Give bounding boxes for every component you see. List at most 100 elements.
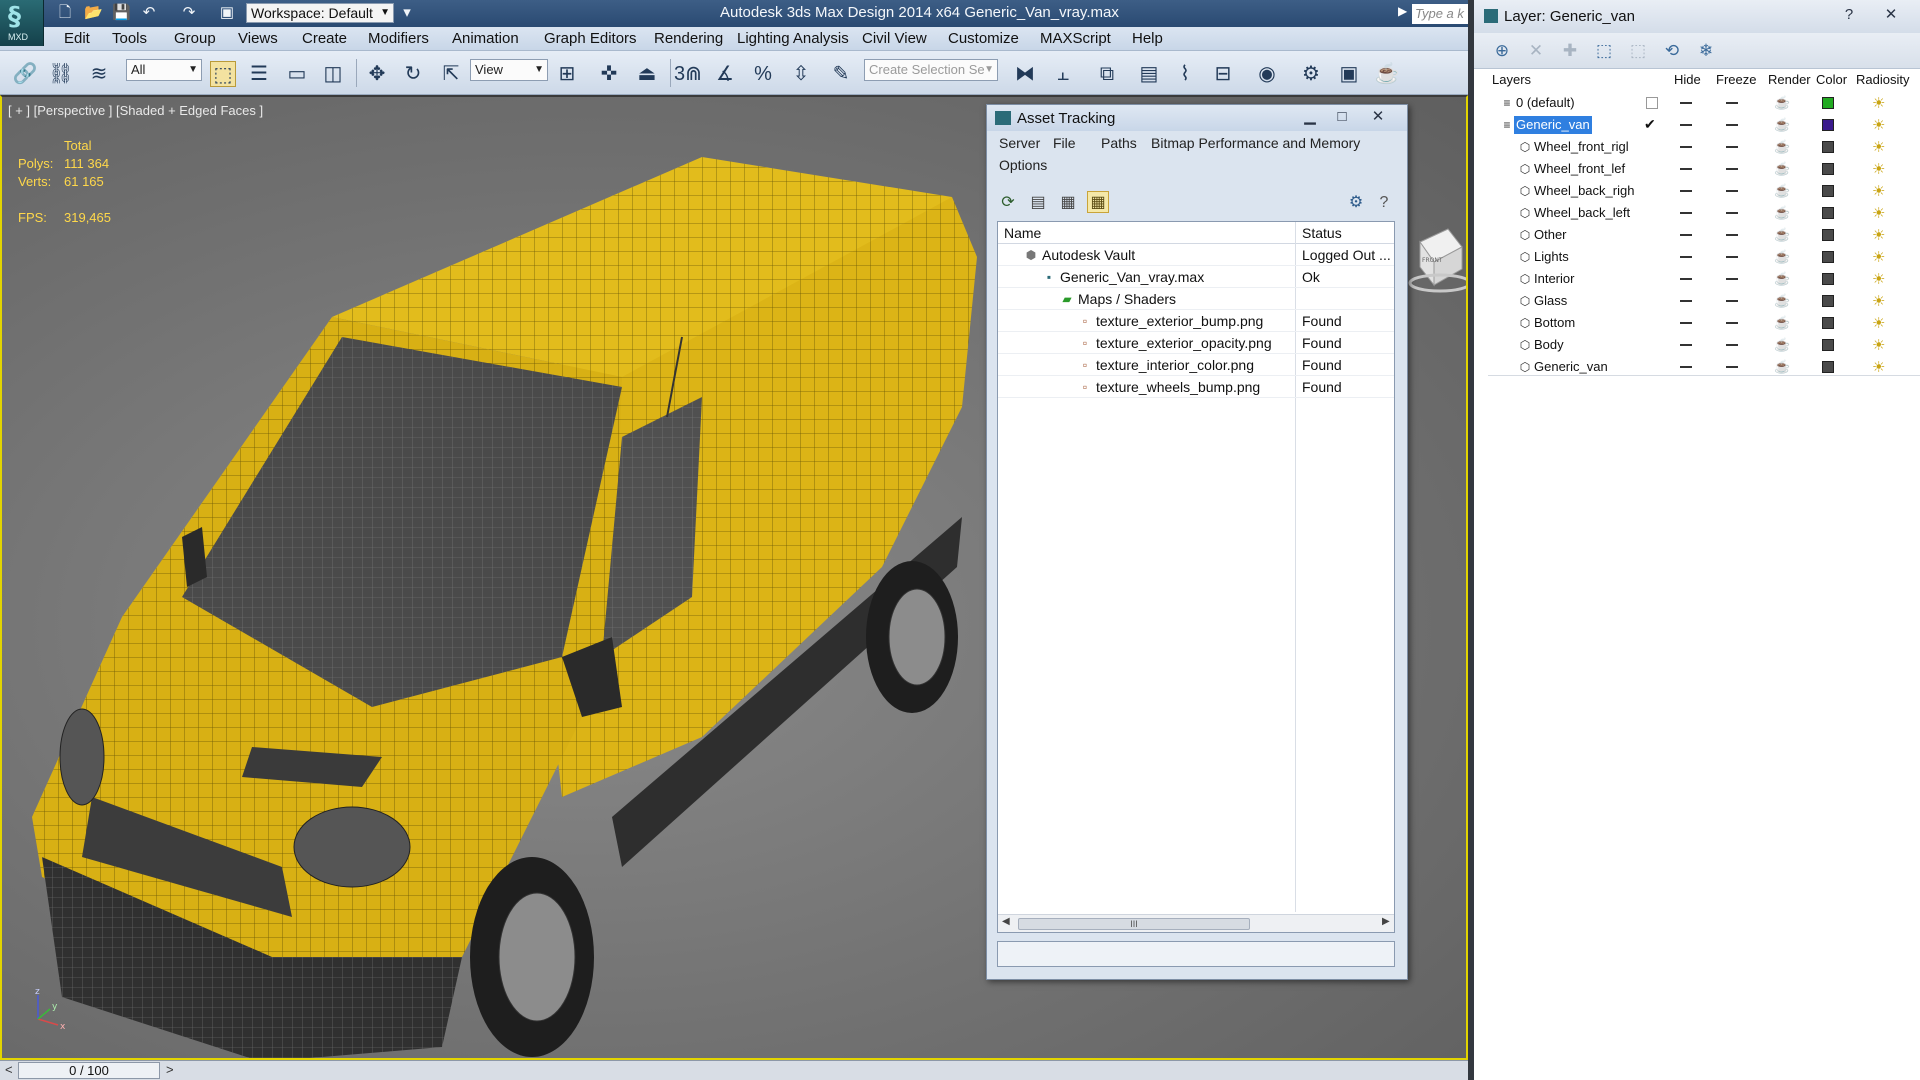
column-header-name[interactable]: Name [998,222,1295,244]
reference-coordinate-dropdown[interactable]: View ▼ [470,59,548,81]
freeze-all-icon[interactable]: ❄ [1694,39,1718,63]
render-teapot-icon[interactable]: ☕ [1774,227,1790,243]
column-header-freeze[interactable]: Freeze [1716,72,1756,87]
asset-row-max-file[interactable]: ▪ Generic_Van_vray.max Ok [998,266,1394,288]
freeze-toggle[interactable] [1726,102,1738,104]
list-view-icon[interactable]: ▤ [1027,191,1049,213]
menu-customize[interactable]: Customize [948,30,1019,47]
freeze-toggle[interactable] [1726,212,1738,214]
selection-filter-dropdown[interactable]: All ▼ [126,59,202,81]
hide-toggle[interactable] [1680,124,1692,126]
help-icon[interactable]: ? [1373,191,1395,213]
render-teapot-icon[interactable]: ☕ [1374,61,1400,87]
column-header-color[interactable]: Color [1816,72,1847,87]
menu-civil-view[interactable]: Civil View [862,30,927,47]
current-layer-checkbox[interactable] [1646,97,1658,109]
menu-options[interactable]: Options [999,157,1047,173]
menu-bitmap-performance[interactable]: Bitmap Performance and Memory [1151,135,1360,151]
named-selection-set-dropdown[interactable]: Create Selection Se ▼ [864,59,998,81]
radiosity-icon[interactable]: ☀ [1872,204,1885,222]
prev-frame-button[interactable]: < [5,1062,13,1077]
column-header-status[interactable]: Status [1296,222,1394,244]
asset-row-texture[interactable]: ▫ texture_exterior_bump.png Found [998,310,1394,332]
schematic-view-icon[interactable]: ⊟ [1210,61,1236,87]
open-file-icon[interactable]: 📂 [84,4,103,22]
freeze-toggle[interactable] [1726,124,1738,126]
radiosity-icon[interactable]: ☀ [1872,138,1885,156]
layer-row[interactable]: ≡ Generic_van ✔ ☕ ☀ [1488,114,1920,136]
render-teapot-icon[interactable]: ☕ [1774,337,1790,353]
layer-color-swatch[interactable] [1822,361,1834,373]
render-teapot-icon[interactable]: ☕ [1774,359,1790,375]
hide-toggle[interactable] [1680,256,1692,258]
redo-icon[interactable]: ↷ [180,4,198,22]
graphite-ribbon-icon[interactable]: ▤ [1136,61,1162,87]
layer-row[interactable]: ⬡ Wheel_back_righ ☕ ☀ [1488,180,1920,202]
radiosity-icon[interactable]: ☀ [1872,248,1885,266]
layer-color-swatch[interactable] [1822,163,1834,175]
time-slider[interactable]: 0 / 100 [18,1062,160,1079]
asset-row-texture[interactable]: ▫ texture_exterior_opacity.png Found [998,332,1394,354]
move-icon[interactable]: ✥ [364,61,390,87]
layer-row[interactable]: ⬡ Lights ☕ ☀ [1488,246,1920,268]
select-by-name-icon[interactable]: ☰ [246,61,272,87]
scroll-right-icon[interactable]: ▶ [1382,916,1390,927]
menu-maxscript[interactable]: MAXScript [1040,30,1111,47]
menu-paths[interactable]: Paths [1101,135,1137,151]
hide-toggle[interactable] [1680,366,1692,368]
layer-color-swatch[interactable] [1822,273,1834,285]
hide-toggle[interactable] [1680,168,1692,170]
freeze-toggle[interactable] [1726,234,1738,236]
horizontal-scrollbar[interactable]: ◀ III ▶ [998,914,1394,932]
bind-spacewarp-icon[interactable]: ≋ [86,61,112,87]
menu-graph-editors[interactable]: Graph Editors [544,30,637,47]
window-crossing-icon[interactable]: ◫ [320,61,346,87]
create-layer-icon[interactable]: ⊕ [1490,39,1514,63]
current-layer-checkmark-icon[interactable]: ✔ [1644,116,1656,133]
table-view-icon[interactable]: ▦ [1087,191,1109,213]
radiosity-icon[interactable]: ☀ [1872,292,1885,310]
quick-access-menu-icon[interactable]: ▾ [398,4,416,22]
freeze-toggle[interactable] [1726,168,1738,170]
viewcube[interactable]: FRONT [1408,228,1468,293]
hide-all-icon[interactable]: ⟲ [1660,39,1684,63]
keyboard-shortcut-override-icon[interactable]: ⏏ [634,61,660,87]
angle-snap-icon[interactable]: ∡ [712,61,738,87]
render-teapot-icon[interactable]: ☕ [1774,161,1790,177]
next-frame-button[interactable]: > [166,1062,174,1077]
hide-toggle[interactable] [1680,300,1692,302]
render-teapot-icon[interactable]: ☕ [1774,117,1790,133]
vault-connect-icon[interactable]: ⚙ [1345,191,1367,213]
layer-color-swatch[interactable] [1822,295,1834,307]
new-file-icon[interactable]: 🗋 [56,4,74,22]
delete-layer-icon[interactable]: ✕ [1524,39,1548,63]
percent-snap-icon[interactable]: % [750,61,776,87]
layer-row[interactable]: ⬡ Body ☕ ☀ [1488,334,1920,356]
radiosity-icon[interactable]: ☀ [1872,116,1885,134]
scrollbar-thumb[interactable]: III [1018,918,1250,930]
menu-tools[interactable]: Tools [112,30,147,47]
freeze-toggle[interactable] [1726,256,1738,258]
radiosity-icon[interactable]: ☀ [1872,94,1885,112]
highlight-layer-icon[interactable]: ⬚ [1626,39,1650,63]
asset-row-maps-folder[interactable]: ▰ Maps / Shaders [998,288,1394,310]
freeze-toggle[interactable] [1726,344,1738,346]
radiosity-icon[interactable]: ☀ [1872,160,1885,178]
menu-server[interactable]: Server [999,135,1040,151]
layer-color-swatch[interactable] [1822,229,1834,241]
layer-color-swatch[interactable] [1822,119,1834,131]
material-editor-icon[interactable]: ◉ [1254,61,1280,87]
select-manipulate-icon[interactable]: ✜ [596,61,622,87]
menu-edit[interactable]: Edit [64,30,90,47]
layer-row[interactable]: ⬡ Interior ☕ ☀ [1488,268,1920,290]
layer-row[interactable]: ⬡ Wheel_front_lef ☕ ☀ [1488,158,1920,180]
hide-toggle[interactable] [1680,344,1692,346]
layer-row[interactable]: ⬡ Wheel_front_rigl ☕ ☀ [1488,136,1920,158]
maximize-icon[interactable]: □ [1329,108,1355,126]
close-icon[interactable]: ✕ [1365,108,1391,126]
asset-tracking-titlebar[interactable]: Asset Tracking ▁ □ ✕ [987,105,1407,131]
render-teapot-icon[interactable]: ☕ [1774,315,1790,331]
edit-named-selection-icon[interactable]: ✎ [828,61,854,87]
radiosity-icon[interactable]: ☀ [1872,336,1885,354]
menu-help[interactable]: Help [1132,30,1163,47]
